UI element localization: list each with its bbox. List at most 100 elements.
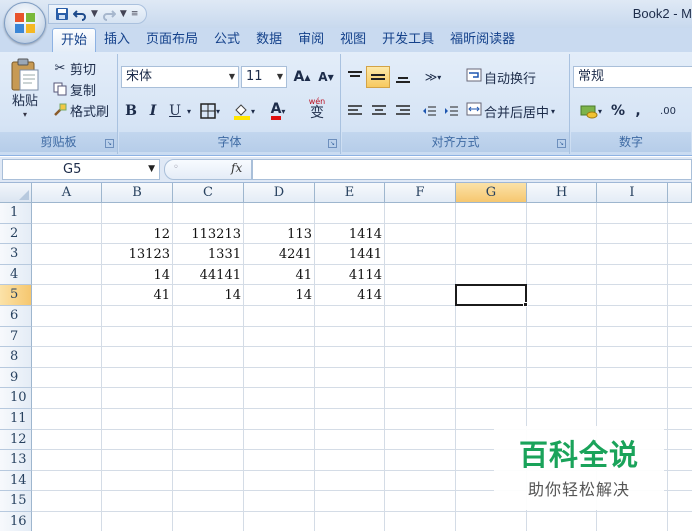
font-color-button[interactable]: A ▾ [263,100,293,122]
row-header-6[interactable]: 6 [0,306,32,327]
row-header-5[interactable]: 5 [0,285,32,306]
font-size-dropdown-icon[interactable]: ▼ [277,67,283,87]
column-header-d[interactable]: D [244,183,315,203]
cell-c3[interactable]: 1331 [173,244,244,264]
align-top-button[interactable] [344,66,366,88]
percent-button[interactable]: % [609,100,627,122]
align-right-button[interactable] [392,100,414,122]
format-painter-button[interactable]: 格式刷 [52,100,109,120]
decrease-indent-button[interactable] [418,100,440,122]
cut-button[interactable]: ✂ 剪切 [52,58,96,78]
cell-c5[interactable]: 14 [173,285,244,305]
active-cell-g5[interactable] [455,284,527,306]
tab-2[interactable]: 页面布局 [138,28,206,52]
phonetic-button[interactable]: wén 变 [297,98,337,121]
column-header-g[interactable]: G [456,183,527,203]
bold-button[interactable]: B [121,100,141,122]
column-header-i[interactable]: I [597,183,668,203]
column-header-c[interactable]: C [173,183,244,203]
cell-d4[interactable]: 41 [244,265,315,285]
alignment-launcher-icon[interactable]: ↘ [557,139,566,148]
column-header-f[interactable]: F [385,183,456,203]
cell-c2[interactable]: 113213 [173,224,244,244]
qat-dropdown-icon[interactable]: ≡ [131,9,139,19]
row-header-4[interactable]: 4 [0,264,32,286]
underline-button[interactable]: U [165,100,185,122]
align-left-button[interactable] [344,100,366,122]
row-header-1[interactable]: 1 [0,203,32,224]
font-launcher-icon[interactable]: ↘ [328,139,337,148]
cell-e2[interactable]: 1414 [315,224,385,244]
wrap-text-button[interactable]: 自动换行 [466,66,546,88]
shrink-font-button[interactable]: A ▼ [315,66,337,88]
increase-decimal-button[interactable]: .00 [653,100,683,122]
row-header-7[interactable]: 7 [0,326,32,348]
align-center-button[interactable] [368,100,390,122]
row-header-3[interactable]: 3 [0,244,32,265]
column-header-a[interactable]: A [32,183,102,203]
cell-e3[interactable]: 1441 [315,244,385,264]
borders-button[interactable]: ▾ [197,100,223,122]
undo-icon[interactable] [71,6,89,22]
redo-dropdown-icon[interactable]: ▼ [120,9,127,19]
comma-button[interactable]: , [629,100,647,122]
clipboard-launcher-icon[interactable]: ↘ [105,139,114,148]
fill-color-button[interactable]: ▾ [229,100,259,122]
row-header-15[interactable]: 15 [0,491,32,512]
column-header-b[interactable]: B [102,183,173,203]
cell-b5[interactable]: 41 [102,285,173,305]
merge-dropdown-icon[interactable]: ▾ [551,107,555,116]
formula-input[interactable] [252,159,692,180]
cell-b2[interactable]: 12 [102,224,173,244]
cell-b3[interactable]: 13123 [102,244,173,264]
tab-7[interactable]: 开发工具 [374,28,442,52]
tab-5[interactable]: 审阅 [290,28,332,52]
font-name-dropdown-icon[interactable]: ▼ [229,67,235,87]
office-button[interactable] [4,2,46,44]
increase-indent-button[interactable] [440,100,462,122]
underline-dropdown-icon[interactable]: ▾ [185,100,193,122]
cell-d2[interactable]: 113 [244,224,315,244]
tab-6[interactable]: 视图 [332,28,374,52]
cell-e5[interactable]: 414 [315,285,385,305]
align-middle-button[interactable] [366,66,390,88]
paste-button[interactable]: 粘贴 ▾ [6,56,44,130]
cell-b4[interactable]: 14 [102,265,173,285]
font-size-combo[interactable]: 11 ▼ [241,66,287,88]
insert-function-button[interactable]: fx [231,161,242,175]
tab-4[interactable]: 数据 [248,28,290,52]
paste-dropdown-icon[interactable]: ▾ [6,110,44,119]
merge-center-button[interactable]: 合并后居中 ▾ [466,100,566,122]
number-format-combo[interactable]: 常规 [573,66,692,88]
row-header-8[interactable]: 8 [0,347,32,368]
row-header-9[interactable]: 9 [0,367,32,389]
cell-d5[interactable]: 14 [244,285,315,305]
align-bottom-button[interactable] [392,66,414,88]
redo-icon[interactable] [100,6,118,22]
column-header-h[interactable]: H [527,183,597,203]
fill-handle[interactable] [523,302,528,307]
undo-dropdown-icon[interactable]: ▼ [91,9,98,19]
tab-3[interactable]: 公式 [206,28,248,52]
row-header-2[interactable]: 2 [0,223,32,245]
row-header-16[interactable]: 16 [0,512,32,531]
row-header-11[interactable]: 11 [0,409,32,430]
select-all-button[interactable] [0,183,32,203]
currency-button[interactable]: ▾ [575,100,607,122]
tab-0[interactable]: 开始 [52,28,97,52]
tab-1[interactable]: 插入 [96,28,138,52]
row-header-10[interactable]: 10 [0,388,32,409]
name-box[interactable]: G5 ▼ [2,159,160,180]
font-name-combo[interactable]: 宋体 ▼ [121,66,239,88]
column-header-e[interactable]: E [315,183,385,203]
cell-e4[interactable]: 4114 [315,265,385,285]
cell-d3[interactable]: 4241 [244,244,315,264]
save-icon[interactable] [53,6,71,22]
cell-c4[interactable]: 44141 [173,265,244,285]
name-box-dropdown-icon[interactable]: ▼ [148,160,155,179]
orientation-button[interactable]: ≫ ▾ [418,66,448,88]
row-header-14[interactable]: 14 [0,470,32,492]
row-header-12[interactable]: 12 [0,429,32,451]
copy-button[interactable]: 复制 [52,79,96,99]
formula-bar-expand-icon[interactable]: ◦ [173,162,179,173]
